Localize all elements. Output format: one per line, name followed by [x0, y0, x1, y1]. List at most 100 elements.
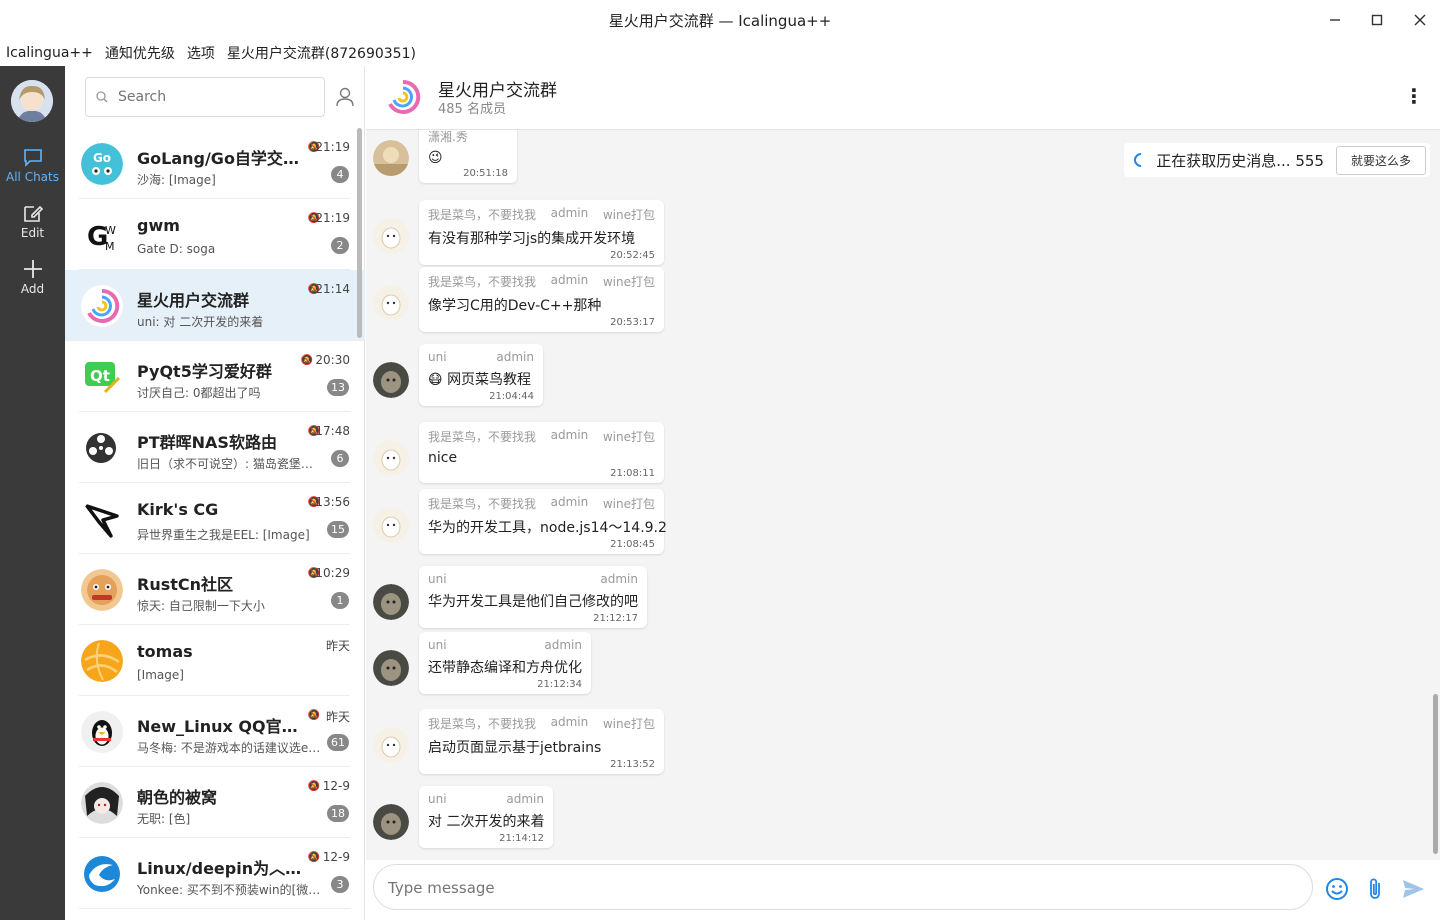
sender-avatar[interactable]: [373, 584, 409, 620]
history-status: 正在获取历史消息... 555: [1156, 151, 1324, 170]
room-header-avatar[interactable]: [382, 76, 424, 118]
message-bubble[interactable]: 我是菜鸟，不要找我 admin wine打包 nice 21:08:11: [419, 422, 664, 483]
room-preview: 马冬梅: 不是游戏本的话建议选e…: [137, 741, 321, 755]
message-text: 网页菜鸟教程: [447, 372, 532, 388]
room-item[interactable]: Qt PyQt5学习爱好群 讨厌自己: 0都超出了吗 🔕 20:30 13: [79, 341, 350, 412]
room-avatar-penguin: [81, 711, 123, 753]
message-text: 华为开发工具是他们自己修改的吧: [428, 594, 638, 610]
room-item[interactable]: 朝色的被窝 无职: [色] 🔕 12-9 18: [79, 767, 350, 838]
room-item[interactable]: GWM gwm Gate D: soga 🔕 21:19 2: [79, 199, 350, 270]
room-list-scrollbar[interactable]: [357, 128, 362, 338]
room-preview: 沙海: [Image]: [137, 173, 216, 187]
room-item-selected[interactable]: 星火用户交流群 uni: 对 二次开发的来着 🔕 21:14: [65, 270, 365, 341]
sender-avatar[interactable]: [373, 285, 409, 321]
svg-text:Qt: Qt: [90, 367, 110, 385]
sender-name: uni: [428, 638, 447, 652]
sender-avatar[interactable]: [373, 140, 409, 176]
room-avatar-gwm: GWM: [81, 214, 123, 256]
message-time: 20:52:45: [610, 250, 655, 261]
message-bubble[interactable]: 我是菜鸟，不要找我 admin wine打包 有没有那种学习js的集成开发环境 20…: [419, 200, 664, 265]
sender-avatar[interactable]: [373, 804, 409, 840]
nav-all-chats[interactable]: All Chats: [0, 146, 65, 184]
message-bubble[interactable]: 我是菜鸟，不要找我 admin wine打包 华为的开发工具，node.js14～1…: [419, 489, 667, 554]
room-item[interactable]: RustCn社区 惊天: 自己限制一下大小 🔕 10:29 1: [79, 554, 350, 625]
room-item[interactable]: PT群晖NAS软路由 旧日（求不可说空）: 猫岛瓷堡都… 🔕 17:48 6: [79, 412, 350, 483]
message-meta: 我是菜鸟，不要找我 admin wine打包: [428, 495, 655, 512]
menu-item-room[interactable]: 星火用户交流群(872690351): [227, 43, 416, 63]
room-avatar-deepin: [81, 853, 123, 895]
room-item[interactable]: Linux/deepin为︿悠… Yonkee: 买不到不预装win的[微慢] …: [79, 838, 350, 909]
room-avatar-reel: [81, 427, 123, 469]
sender-avatar[interactable]: [373, 362, 409, 398]
sender-name: 潇湘.秀: [428, 130, 468, 144]
emoji-icon[interactable]: [1324, 876, 1350, 902]
message-time: 21:08:45: [610, 539, 655, 550]
menu-item-options[interactable]: 选项: [187, 43, 215, 63]
room-time: 21:19: [315, 140, 350, 154]
message-time: 21:08:11: [610, 468, 655, 479]
stop-history-button[interactable]: 就要这么多: [1335, 145, 1426, 175]
message-text: 像学习C用的Dev-C++那种: [428, 298, 602, 314]
minimize-icon[interactable]: [1323, 8, 1347, 32]
message-bubble[interactable]: uni admin 对 二次开发的来着 21:14:12: [419, 786, 553, 848]
unread-badge: 4: [331, 166, 349, 183]
send-icon[interactable]: [1400, 876, 1426, 902]
message-scrollbar[interactable]: [1433, 694, 1438, 854]
nav-edit[interactable]: Edit: [0, 202, 65, 240]
sender-badge: wine打包: [602, 208, 655, 222]
close-icon[interactable]: [1408, 8, 1432, 32]
room-name: PT群晖NAS软路由: [137, 433, 277, 452]
room-avatar-rust: [81, 569, 123, 611]
message-bubble[interactable]: uni admin 华为开发工具是他们自己修改的吧 21:12:17: [419, 566, 647, 628]
search-input[interactable]: [116, 86, 316, 108]
room-time: 20:30: [315, 353, 350, 367]
unread-badge: 13: [327, 379, 349, 396]
menu-item-app[interactable]: Icalingua++: [6, 45, 93, 61]
contacts-icon[interactable]: [335, 86, 355, 108]
room-preview: 惊天: 自己限制一下大小: [137, 599, 265, 613]
user-avatar[interactable]: [11, 80, 53, 122]
unread-badge: 1: [331, 592, 349, 609]
room-item[interactable]: New_Linux QQ官方… 马冬梅: 不是游戏本的话建议选e… 🔕 昨天 6…: [79, 696, 350, 767]
room-avatar-gopher: Go: [81, 143, 123, 185]
room-member-count: 485 名成员: [438, 102, 506, 117]
message-bubble[interactable]: uni admin 还带静态编译和方舟优化 21:12:34: [419, 632, 591, 694]
sender-role: admin: [600, 572, 638, 586]
nav-add[interactable]: Add: [0, 258, 65, 296]
more-options-icon[interactable]: ⋮: [1404, 84, 1424, 108]
room-item[interactable]: tomas [Image] 昨天: [79, 625, 350, 696]
message-emoji: 😷: [428, 372, 443, 388]
maximize-icon[interactable]: [1365, 8, 1389, 32]
room-item[interactable]: Go GoLang/Go自学交流群 沙海: [Image] 🔕 21:19 4: [79, 128, 350, 199]
menu-item-notify-priority[interactable]: 通知优先级: [105, 43, 175, 63]
message-time: 21:14:12: [499, 833, 544, 844]
attachment-icon[interactable]: [1363, 876, 1389, 902]
message-time: 20:53:17: [610, 317, 655, 328]
plus-icon: [23, 260, 42, 278]
room-item[interactable]: Kirk's CG 异世界重生之我是EEL: [Image] 🔕 13:56 1…: [79, 483, 350, 554]
sender-avatar[interactable]: [373, 440, 409, 476]
sender-avatar[interactable]: [373, 507, 409, 543]
room-time: 12-9: [322, 850, 350, 864]
sender-avatar[interactable]: [373, 727, 409, 763]
edit-icon: [23, 205, 43, 222]
room-list: Go GoLang/Go自学交流群 沙海: [Image] 🔕 21:19 4 …: [65, 66, 365, 920]
room-preview: Yonkee: 买不到不预装win的[微慢]: [137, 883, 322, 897]
search-box: [85, 77, 325, 117]
message-bubble[interactable]: uni admin 😷 网页菜鸟教程 21:04:44: [419, 344, 543, 406]
message-bubble[interactable]: 我是菜鸟，不要找我 admin wine打包 启动页面显示基于jetbrains 2…: [419, 709, 664, 774]
message-input[interactable]: [386, 877, 1286, 899]
chat-icon: [23, 149, 42, 167]
message-meta: 潇湘.秀: [428, 130, 508, 145]
room-time: 12-9: [322, 779, 350, 793]
history-loading-bar: 正在获取历史消息... 555 就要这么多: [1124, 143, 1430, 177]
message-bubble[interactable]: 潇湘.秀 😉 20:51:18: [419, 130, 517, 183]
svg-text:M: M: [105, 240, 115, 253]
sender-avatar[interactable]: [373, 218, 409, 254]
muted-bell-icon: 🔕: [307, 852, 320, 863]
sender-avatar[interactable]: [373, 650, 409, 686]
message-bubble[interactable]: 我是菜鸟，不要找我 admin wine打包 像学习C用的Dev-C++那种 20:…: [419, 267, 664, 332]
message-time: 21:13:52: [610, 759, 655, 770]
sender-badge: wine打包: [602, 497, 655, 511]
sender-name: 我是菜鸟，不要找我: [428, 208, 537, 222]
